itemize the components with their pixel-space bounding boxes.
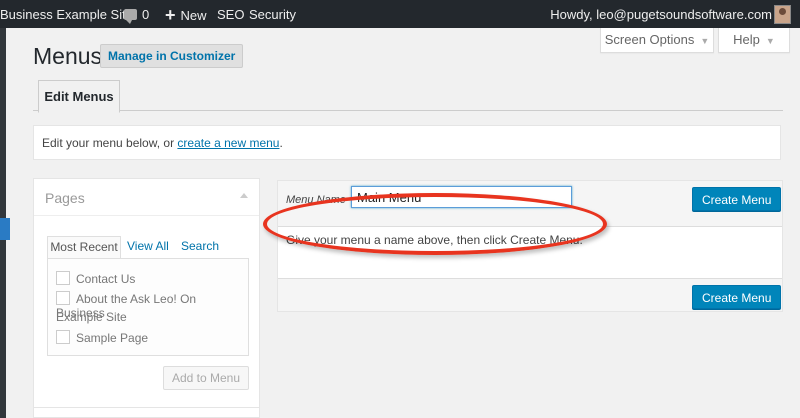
manage-in-customizer-button[interactable]: Manage in Customizer: [100, 44, 244, 68]
seo-menu[interactable]: SEO: [217, 0, 244, 28]
menu-editor: Menu Name Create Menu Give your menu a n…: [277, 180, 783, 312]
admin-bar: Business Example Site 0 + New SEO Securit…: [0, 0, 800, 28]
avatar[interactable]: [774, 5, 791, 24]
collapse-arrow-icon[interactable]: [240, 193, 248, 198]
security-menu[interactable]: Security: [249, 0, 296, 28]
tab-view-all[interactable]: View All: [127, 236, 169, 257]
menu-editor-header: Menu Name Create Menu: [278, 181, 782, 227]
howdy-account-link[interactable]: Howdy, leo@pugetsoundsoftware.com: [550, 0, 772, 28]
menu-instructions: Give your menu a name above, then click …: [286, 233, 583, 247]
site-name-link[interactable]: Business Example Site: [0, 0, 133, 28]
pages-box-divider: [34, 407, 259, 408]
page-checkbox[interactable]: [56, 291, 70, 305]
menu-name-input[interactable]: [351, 186, 572, 208]
comments-link[interactable]: 0: [124, 0, 149, 28]
current-menu-indicator: [0, 218, 10, 240]
caret-down-icon: ▼: [765, 36, 775, 46]
help-button[interactable]: Help ▼: [718, 28, 790, 53]
pages-meta-box: Pages Most Recent View All Search Contac…: [33, 178, 260, 418]
screen-options-button[interactable]: Screen Options ▼: [600, 28, 714, 53]
admin-content: Screen Options ▼ Help ▼ Menus Manage in Cu…: [0, 28, 800, 418]
pages-box-header[interactable]: Pages: [34, 179, 259, 216]
pages-checklist: Contact Us About the Ask Leo! On Busines…: [47, 258, 249, 356]
add-to-menu-button[interactable]: Add to Menu: [162, 366, 249, 390]
comment-bubble-icon: [124, 9, 137, 24]
page-checkbox[interactable]: [56, 330, 70, 344]
page-item-label: Contact Us: [76, 272, 136, 286]
page-checkbox[interactable]: [56, 271, 70, 285]
help-label: Help: [733, 32, 760, 47]
new-content-link[interactable]: + New: [165, 0, 207, 28]
tabs-divider: [33, 110, 783, 111]
create-new-menu-link[interactable]: create a new menu: [177, 136, 279, 150]
page-item-label: Sample Page: [76, 331, 149, 345]
page-title: Menus: [33, 43, 103, 69]
comments-count: 0: [142, 7, 150, 22]
create-menu-button-top[interactable]: Create Menu: [692, 187, 782, 211]
notice-suffix: .: [279, 136, 283, 150]
create-menu-button-bottom[interactable]: Create Menu: [692, 285, 782, 309]
list-item[interactable]: Sample Page: [56, 330, 148, 345]
caret-down-icon: ▼: [700, 36, 710, 46]
tab-search[interactable]: Search: [181, 236, 219, 257]
pages-box-title: Pages: [45, 190, 85, 206]
notice-prefix: Edit your menu below, or: [42, 136, 178, 150]
new-label: New: [180, 8, 207, 23]
menu-name-label: Menu Name: [286, 194, 346, 206]
tab-edit-menus[interactable]: Edit Menus: [38, 80, 120, 113]
menu-editor-body: Give your menu a name above, then click …: [278, 227, 782, 279]
plus-icon: +: [165, 5, 176, 25]
manage-menus-notice: Edit your menu below, or create a new me…: [33, 125, 781, 160]
list-item[interactable]: Contact Us: [56, 271, 135, 286]
list-item-continued: Example Site: [56, 310, 127, 324]
screen-options-label: Screen Options: [604, 32, 695, 47]
tab-most-recent[interactable]: Most Recent: [47, 236, 121, 259]
